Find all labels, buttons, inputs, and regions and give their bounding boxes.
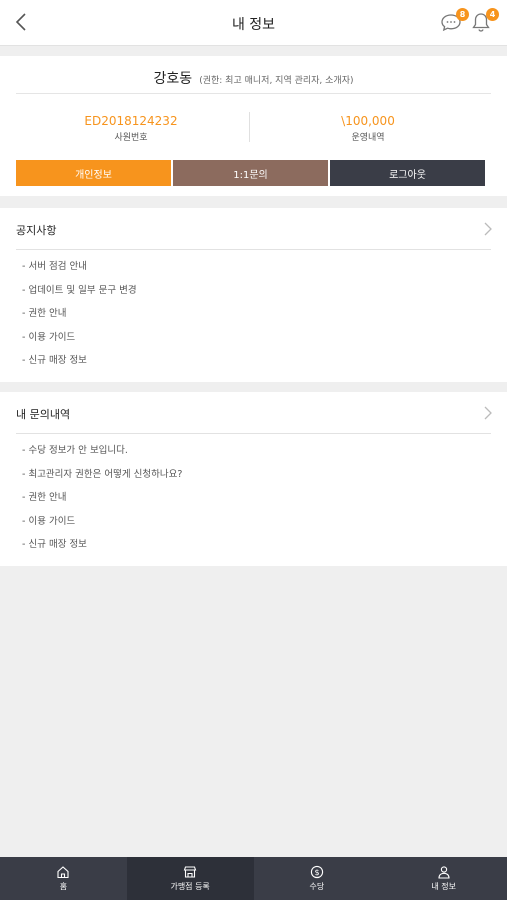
list-item[interactable]: - 최고관리자 권한은 어떻게 신청하나요? [22,468,182,492]
amount-stat: \100,000 운영내역 [253,114,483,143]
notice-title: 공지사항 [16,224,57,237]
chevron-right-icon[interactable] [483,221,493,237]
profile-card: 강호동 (권한: 최고 매니저, 지역 관리자, 소개자) ED20181242… [0,56,507,196]
list-item[interactable]: - 권한 안내 [22,307,137,331]
tab-label: 홈 [59,882,68,891]
svg-text:$: $ [314,868,319,877]
amount-label: 운영내역 [351,133,385,143]
tab-store-register[interactable]: 가맹점 등록 [126,857,254,900]
list-item[interactable]: - 신규 매장 정보 [22,538,182,562]
list-item[interactable]: - 이용 가이드 [22,331,137,355]
logout-button[interactable]: 로그아웃 [330,160,485,186]
personal-info-button[interactable]: 개인정보 [16,160,171,186]
tab-allowance[interactable]: $ 수당 [254,857,381,900]
list-item[interactable]: - 이용 가이드 [22,515,182,539]
list-item[interactable]: - 서버 점검 안내 [22,260,137,284]
divider [16,433,491,434]
name-row: 강호동 (권한: 최고 매니저, 지역 관리자, 소개자) [0,68,507,88]
member-number-label: 사원번호 [114,133,148,143]
notice-section: 공지사항 - 서버 점검 안내 - 업데이트 및 일부 문구 변경 - 권한 안… [0,208,507,382]
chat-button[interactable]: 8 [440,8,469,35]
page-title: 내 정보 [231,17,276,33]
tab-label: 가맹점 등록 [170,882,210,891]
amount-value: \100,000 [341,114,395,128]
notice-list: - 서버 점검 안내 - 업데이트 및 일부 문구 변경 - 권한 안내 - 이… [22,260,137,378]
divider [16,249,491,250]
list-item[interactable]: - 수당 정보가 안 보입니다. [22,444,182,468]
list-item[interactable]: - 업데이트 및 일부 문구 변경 [22,284,137,308]
home-icon [57,866,69,879]
inquiry-list: - 수당 정보가 안 보입니다. - 최고관리자 권한은 어떻게 신청하나요? … [22,444,182,562]
tab-my-info[interactable]: 내 정보 [380,857,507,900]
chevron-right-icon[interactable] [483,405,493,421]
user-name: 강호동 [153,71,193,87]
list-item[interactable]: - 신규 매장 정보 [22,354,137,378]
tab-home[interactable]: 홈 [0,857,127,900]
member-number-value: ED2018124232 [84,114,178,128]
user-role: (권한: 최고 매니저, 지역 관리자, 소개자) [199,76,354,86]
tab-label: 수당 [309,882,325,891]
inquiry-button[interactable]: 1:1문의 [173,160,328,186]
store-icon [183,866,197,878]
stat-divider [249,112,250,142]
list-item[interactable]: - 권한 안내 [22,491,182,515]
notification-button[interactable]: 4 [470,8,499,35]
inquiry-section: 내 문의내역 - 수당 정보가 안 보입니다. - 최고관리자 권한은 어떻게 … [0,392,507,566]
bell-badge: 4 [486,8,499,21]
dollar-icon: $ [310,865,324,879]
user-icon [438,866,450,879]
chat-badge: 8 [456,8,469,21]
inquiry-title: 내 문의내역 [16,408,71,421]
tab-label: 내 정보 [431,882,456,891]
profile-buttons: 개인정보 1:1문의 로그아웃 [16,160,485,186]
bottom-tab-bar: 홈 가맹점 등록 $ 수당 내 정보 [0,857,507,900]
member-number-stat: ED2018124232 사원번호 [16,114,246,143]
divider [16,93,491,94]
app-header: 내 정보 8 4 [0,0,507,46]
